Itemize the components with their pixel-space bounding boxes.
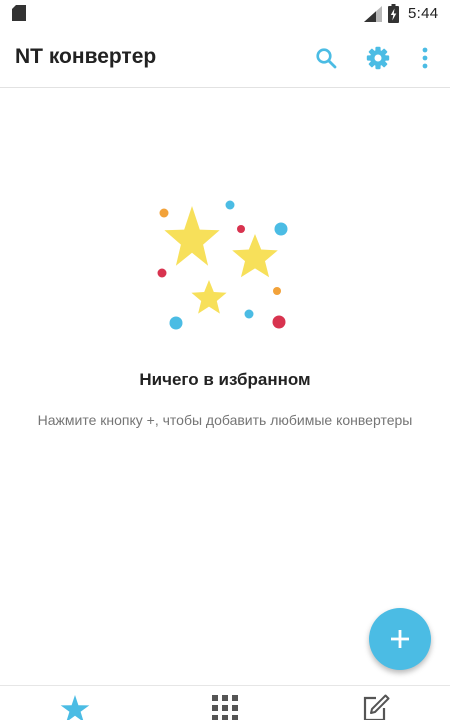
star-right-icon: [232, 234, 278, 278]
star-icon: [60, 695, 90, 720]
dot-orange-icon: [159, 208, 169, 218]
edit-icon: [363, 694, 390, 720]
plus-icon: [391, 630, 409, 648]
empty-state-hint: Нажмите кнопку +, чтобы добавить любимые…: [37, 412, 413, 428]
add-converter-fab[interactable]: [369, 608, 431, 670]
search-icon: [316, 48, 337, 69]
sd-card-icon: [12, 5, 26, 21]
stars-and-dots-illustration: [157, 200, 288, 330]
dot-blue-icon: [169, 316, 183, 330]
empty-state-title: Ничего в избранном: [139, 370, 311, 389]
nav-favorites-tab[interactable]: [0, 686, 150, 720]
battery-charging-icon: [388, 4, 399, 23]
dot-red-icon: [157, 268, 167, 278]
status-bar: 5:44: [0, 0, 450, 30]
star-big-icon: [164, 206, 220, 266]
app-bar: NT конвертер: [0, 30, 450, 88]
app-title: NT конвертер: [15, 45, 157, 68]
dot-blue-icon: [244, 309, 254, 319]
dot-orange-icon: [273, 287, 281, 295]
search-button[interactable]: [311, 43, 341, 73]
more-options-button[interactable]: [410, 43, 440, 73]
settings-button[interactable]: [363, 43, 393, 73]
status-time: 5:44: [408, 5, 439, 22]
settings-gear-icon: [366, 46, 390, 70]
dot-blue-icon: [274, 222, 288, 236]
nav-all-converters-tab[interactable]: [150, 686, 300, 720]
nav-custom-converters-tab[interactable]: [300, 686, 450, 720]
dot-red-icon: [237, 225, 245, 233]
dot-red-icon: [272, 315, 286, 329]
star-bottom-icon: [191, 280, 227, 314]
bottom-navigation: [0, 685, 450, 720]
signal-icon: [364, 6, 382, 22]
more-vert-icon: [422, 47, 428, 69]
dot-blue-icon: [225, 200, 235, 210]
grid-icon: [212, 695, 238, 720]
